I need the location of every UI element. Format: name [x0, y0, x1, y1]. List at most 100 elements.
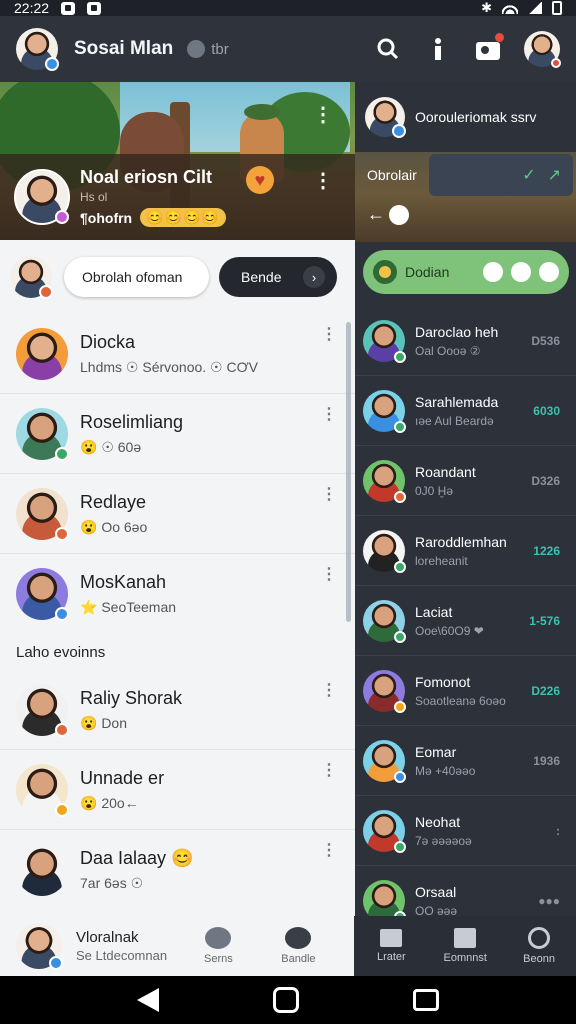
green-action-bar[interactable]: Dodian — [363, 250, 569, 294]
more-dots-icon[interactable]: ●●● — [538, 894, 560, 908]
contact-name: Roandant — [415, 463, 476, 480]
side-chat-list: Daroclao heh Oal Oooə ② D536 Sarahlemada ı… — [355, 306, 576, 916]
profile-avatar[interactable] — [16, 923, 63, 970]
timestamp: D226 — [531, 684, 560, 698]
user-avatar[interactable] — [16, 28, 59, 71]
list-item[interactable]: Eomar Mə +40əəo 1936 — [355, 726, 576, 796]
list-item[interactable]: Sarahlemada ıəe Aul Beardə 6030 — [355, 376, 576, 446]
notifications-button[interactable] — [474, 33, 504, 63]
avatar — [16, 844, 68, 896]
last-message: 😮 20o← — [80, 794, 139, 811]
tab-label: Lrater — [376, 951, 406, 963]
secondary-avatar[interactable] — [524, 31, 561, 68]
info-button[interactable] — [424, 35, 452, 63]
list-item[interactable]: MosKanah ⭐ SeoTeeman ⋮ — [0, 554, 355, 634]
heart-eyes-emoji-icon[interactable]: ♥ — [246, 166, 274, 194]
list-item[interactable]: Raroddlemhan loreheanit 1226 — [355, 516, 576, 586]
contact-name: Unnade er — [80, 767, 165, 788]
group-kebab-icon[interactable]: ⋮ — [313, 168, 333, 193]
message-icon[interactable] — [511, 262, 531, 282]
tab-label: Beonn — [523, 953, 555, 965]
contact-name: Daa Ialaay 😊 — [80, 848, 194, 868]
group-card[interactable]: Noal eriosn Cilt Hs ol ¶ohofrn 😊😊😊😊 ♥ ⋮ — [0, 154, 355, 240]
list-item[interactable]: Neohat 7ə əəəəoə : — [355, 796, 576, 866]
bende-pill-button[interactable]: Bende › — [219, 257, 337, 297]
list-item[interactable]: Daa Ialaay 😊 7ar 6əs ☉ ⋮ — [0, 830, 355, 910]
back-arrow-icon: ← — [367, 204, 385, 224]
contact-name: Laciat — [415, 603, 453, 620]
list-item[interactable]: Laciat Ooe\60O9 ❤ 1-576 — [355, 586, 576, 656]
last-message: 7ar 6əs ☉ — [80, 875, 144, 891]
check-icon[interactable]: ✓ — [522, 165, 535, 185]
bottom-navigation: Vloralnak Se Ltdecomnan Serns Bandle Lra… — [0, 916, 576, 976]
home-button-icon[interactable] — [273, 987, 299, 1013]
list-item[interactable]: Orsaal OO əəə ●●● — [355, 866, 576, 916]
kebab-icon[interactable]: ⋮ — [321, 840, 337, 860]
call-icon[interactable] — [483, 262, 503, 282]
kebab-icon[interactable]: ⋮ — [321, 760, 337, 780]
profile-name: Vloralnak — [76, 929, 139, 946]
notification-dot — [495, 33, 504, 42]
section-label: Laho evoinns — [16, 644, 106, 661]
group-subtitle: Hs ol — [80, 190, 108, 204]
notification-icon-2 — [87, 1, 102, 15]
contact-name: MosKanah — [80, 572, 167, 592]
list-item[interactable]: Diocka Lhdms ☉ Sérvonoo. ☉ CƠV ⋮ — [0, 314, 355, 394]
wifi-icon — [502, 2, 518, 14]
list-item[interactable]: Daroclao heh Oal Oooə ② D536 — [355, 306, 576, 376]
contact-name: Neohat — [415, 813, 461, 830]
list-item[interactable]: Unnade er 😮 20o← ⋮ — [0, 750, 355, 830]
last-message: 0J0 Ḫə — [415, 483, 454, 498]
check-circle-icon[interactable] — [539, 262, 559, 282]
avatar — [16, 763, 69, 817]
signal-icon — [528, 2, 542, 14]
scrollbar[interactable] — [346, 322, 351, 622]
kebab-icon[interactable]: ⋮ — [321, 484, 337, 504]
profile-status: Se Ltdecomnan — [76, 948, 168, 963]
chat-list: Diocka Lhdms ☉ Sérvonoo. ☉ CƠV ⋮ Roselim… — [0, 314, 355, 910]
tab-bandle[interactable]: Bandle — [258, 927, 338, 965]
last-message: 😮 Don — [80, 714, 128, 731]
tab-label: Eomnnst — [443, 952, 487, 964]
chevron-right-icon: › — [303, 266, 325, 288]
avatar — [363, 880, 406, 916]
avatar — [16, 407, 69, 461]
list-item[interactable]: Raliy Shorak 😮 Don ⋮ — [0, 670, 355, 750]
bluetooth-icon: ✱ — [481, 0, 492, 15]
send-icon[interactable]: ↗ — [548, 165, 561, 185]
avatar — [363, 459, 406, 503]
kebab-icon[interactable]: ⋮ — [321, 324, 337, 344]
hero-kebab-icon[interactable]: ⋮ — [313, 102, 333, 127]
group-avatar — [14, 169, 70, 225]
group-handle: ¶ohofrn — [80, 209, 133, 226]
contact-name: Roselimliang — [80, 411, 184, 432]
tab-beonn[interactable]: Beonn — [502, 927, 576, 965]
tab-eomnnst[interactable]: Eomnnst — [428, 928, 502, 964]
side-field-label: Obrolair — [367, 167, 417, 183]
self-avatar[interactable] — [10, 256, 53, 299]
list-item[interactable]: Fomonot Soaotleanə 6oəo D226 — [355, 656, 576, 726]
tab-lrater[interactable]: Lrater — [354, 929, 428, 963]
kebab-icon[interactable]: : — [556, 824, 560, 838]
back-icon[interactable] — [137, 988, 159, 1012]
side-profile[interactable]: Oorouleriomak ssrv — [355, 82, 576, 152]
kebab-icon[interactable]: ⋮ — [321, 404, 337, 424]
back-chat-button[interactable]: ← — [367, 204, 409, 225]
list-item[interactable]: Redlaye 😮 Oo 6əo ⋮ — [0, 474, 355, 554]
tab-serns[interactable]: Serns — [178, 927, 258, 965]
list-item[interactable]: Roandant 0J0 Ḫə D326 — [355, 446, 576, 516]
kebab-icon[interactable]: ⋮ — [321, 564, 337, 584]
avatar — [363, 809, 406, 853]
contact-name: Diocka — [80, 331, 136, 352]
recents-icon[interactable] — [413, 989, 439, 1011]
contact-name: Eomar — [415, 743, 457, 760]
search-button[interactable] — [374, 35, 402, 63]
group-reactions[interactable]: 😊😊😊😊 — [140, 208, 226, 227]
kebab-icon[interactable]: ⋮ — [321, 680, 337, 700]
last-message: ıəe Aul Beardə — [415, 413, 494, 428]
app-subtitle-text: tbr — [211, 40, 229, 58]
chat-filter-pill[interactable]: Obrolah ofoman — [64, 257, 209, 297]
tab-label: Serns — [204, 953, 233, 965]
list-item[interactable]: Roselimliang 😮 ☉ 60ə ⋮ — [0, 394, 355, 474]
side-field-input[interactable]: ✓ ↗ — [429, 154, 573, 196]
